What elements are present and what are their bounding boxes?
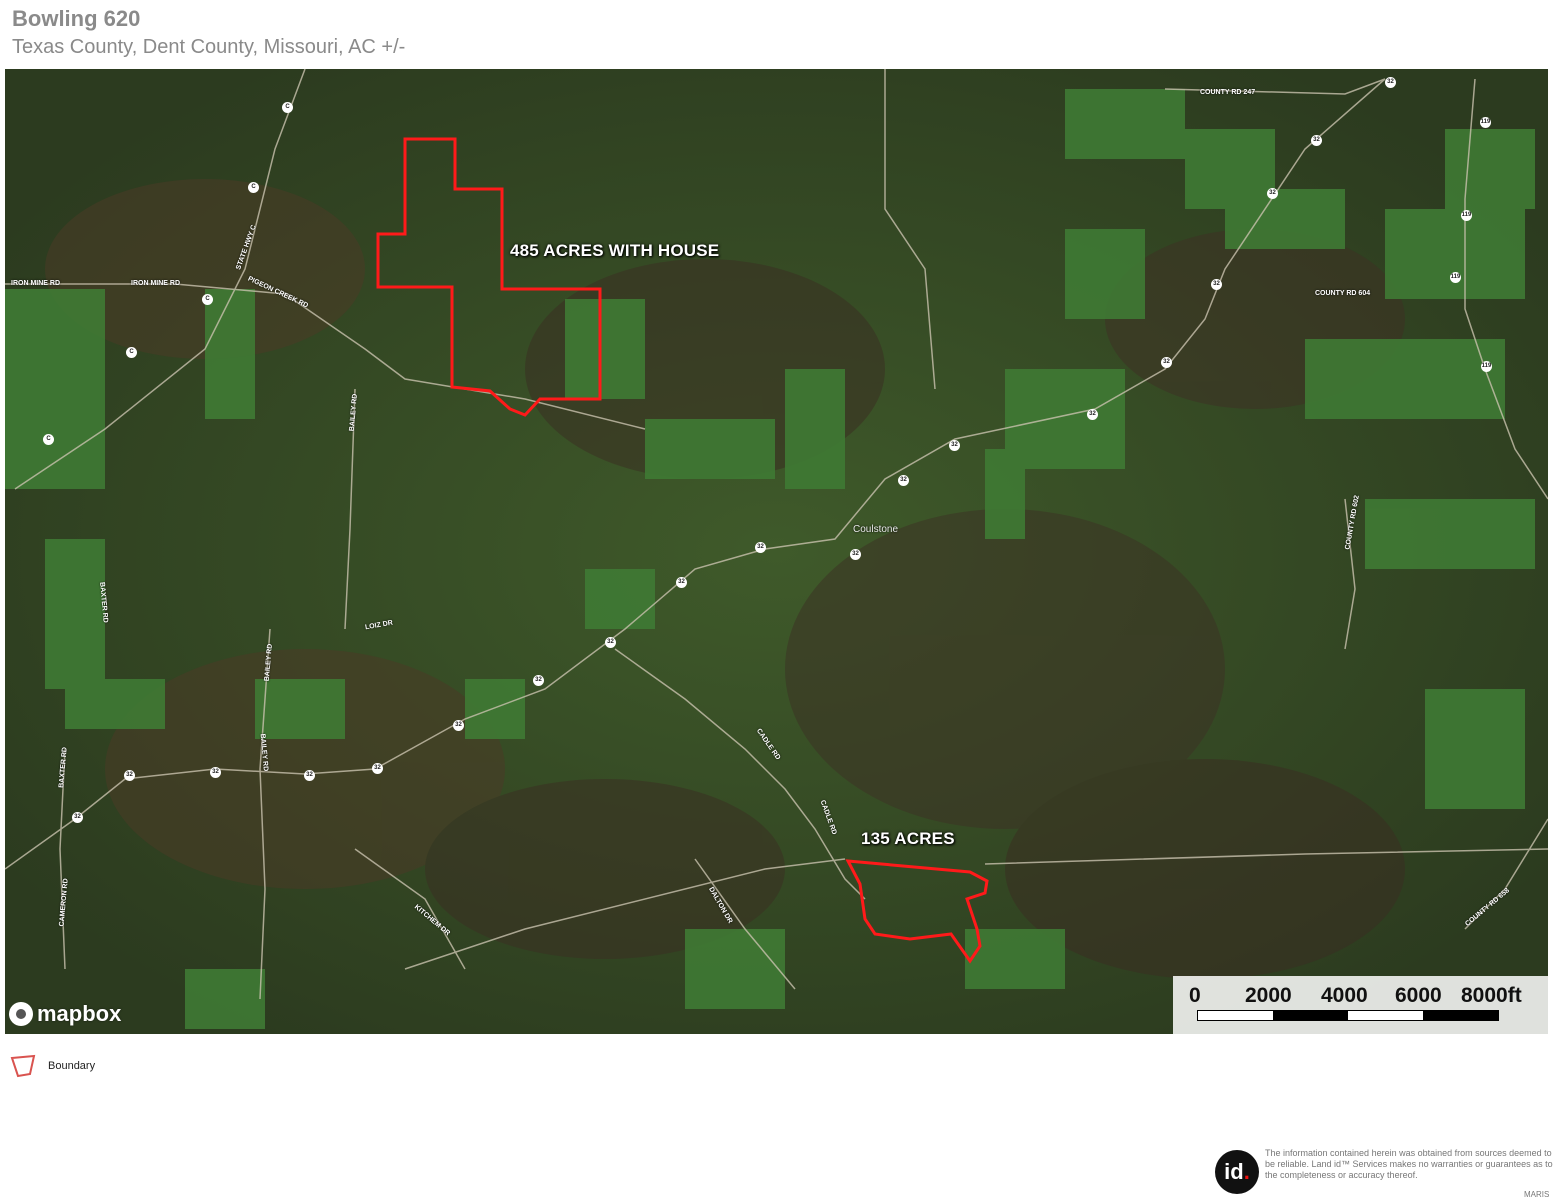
route-32-shield: 32 — [124, 770, 135, 781]
route-32-shield: 32 — [72, 812, 83, 823]
route-32-shield: 32 — [1267, 188, 1278, 199]
route-119-shield: 119 — [1480, 117, 1491, 128]
route-32-shield: 32 — [949, 440, 960, 451]
parcel-label-485: 485 ACRES WITH HOUSE — [510, 241, 720, 260]
road-label: COUNTY RD 247 — [1200, 89, 1256, 96]
route-119-shield: 119 — [1450, 272, 1461, 283]
road-label: IRON MINE RD — [131, 280, 180, 287]
maris-watermark: MARIS — [1524, 1190, 1550, 1199]
scale-label: 2000 — [1245, 984, 1292, 1007]
route-32-shield: 32 — [533, 675, 544, 686]
route-32-shield: 32 — [676, 577, 687, 588]
map-legend: Boundary — [10, 1054, 95, 1078]
legend-boundary-label: Boundary — [48, 1060, 96, 1072]
route-32-shield: 32 — [1385, 77, 1396, 88]
town-label: Coulstone — [853, 524, 899, 535]
route-119-shield: 119 — [1481, 361, 1492, 372]
route-32-shield: 32 — [605, 637, 616, 648]
logo-text: id — [1224, 1159, 1244, 1184]
route-32-shield: 32 — [1161, 357, 1172, 368]
road-label: COUNTY RD 604 — [1315, 290, 1371, 297]
road-label: IRON MINE RD — [11, 280, 60, 287]
route-32-shield: 32 — [1087, 409, 1098, 420]
scale-label: 6000 — [1395, 984, 1442, 1007]
map-imagery — [5, 69, 1548, 1034]
mapbox-icon — [9, 1002, 33, 1026]
route-c-shield: C — [126, 347, 137, 358]
route-32-shield: 32 — [898, 475, 909, 486]
route-c-shield: C — [202, 294, 213, 305]
route-32-shield: 32 — [850, 549, 861, 560]
route-32-shield: 32 — [1311, 135, 1322, 146]
route-c-shield: C — [282, 102, 293, 113]
land-id-logo: id. — [1215, 1150, 1259, 1194]
disclaimer-text: The information contained herein was obt… — [1265, 1148, 1553, 1180]
scale-label: 4000 — [1321, 984, 1368, 1007]
map-title: Bowling 620 — [12, 6, 141, 31]
boundary-icon — [10, 1054, 36, 1078]
route-32-shield: 32 — [1211, 279, 1222, 290]
route-c-shield: C — [248, 182, 259, 193]
route-32-shield: 32 — [210, 767, 221, 778]
logo-dot: . — [1243, 1159, 1250, 1184]
route-119-shield: 119 — [1461, 210, 1472, 221]
route-32-shield: 32 — [755, 542, 766, 553]
map-subtitle: Texas County, Dent County, Missouri, AC … — [12, 36, 406, 58]
route-32-shield: 32 — [372, 763, 383, 774]
route-32-shield: 32 — [304, 770, 315, 781]
route-c-shield: C — [43, 434, 54, 445]
scale-bar: 0 2000 4000 6000 8000ft — [1173, 976, 1548, 1034]
mapbox-label: mapbox — [37, 1001, 122, 1026]
route-32-shield: 32 — [453, 720, 464, 731]
mapbox-attribution[interactable]: mapbox — [9, 1001, 121, 1027]
scale-label: 0 — [1189, 984, 1201, 1007]
scale-labels: 0 2000 4000 6000 8000ft — [1187, 984, 1537, 1008]
scale-segments — [1197, 1010, 1499, 1021]
scale-label: 8000ft — [1461, 984, 1522, 1007]
satellite-map[interactable]: 485 ACRES WITH HOUSE 135 ACRES Coulstone… — [5, 69, 1548, 1034]
parcel-label-135: 135 ACRES — [861, 829, 955, 848]
